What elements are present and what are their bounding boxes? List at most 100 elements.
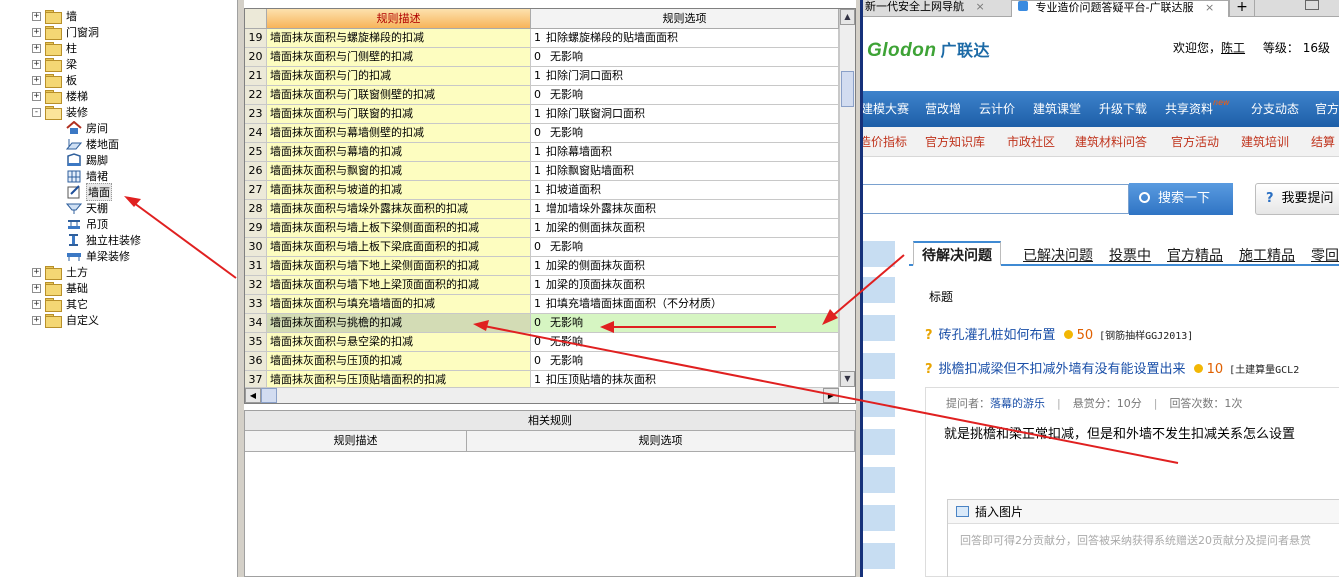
window-control-icon[interactable] <box>1299 0 1339 17</box>
insert-image-button[interactable]: 插入图片 <box>975 505 1023 519</box>
question-category[interactable]: [钢筋抽样GGJ2013] <box>1099 331 1193 342</box>
collapse-icon[interactable]: - <box>32 107 41 117</box>
rule-option-cell[interactable]: 1 扣除门洞口面积 <box>531 67 839 86</box>
tree-node-beam-decoration[interactable]: 单梁装修 <box>66 248 130 264</box>
tree-node-suspended-ceiling[interactable]: 吊顶 <box>66 216 108 232</box>
question-item[interactable]: ? 砖孔灌孔桩如何布置 50 [钢筋抽样GGJ2013] <box>925 324 1193 343</box>
vertical-scrollbar[interactable]: ▲ ▼ <box>839 9 855 387</box>
rule-option-header[interactable]: 规则选项 <box>531 9 839 29</box>
rule-description-cell[interactable]: 墙面抹灰面积与墙下地上梁侧面面积的扣减 <box>267 257 531 276</box>
scroll-left-icon[interactable]: ◀ <box>245 388 261 403</box>
rule-description-cell[interactable]: 墙面抹灰面积与墙下地上梁顶面面积的扣减 <box>267 276 531 295</box>
table-row[interactable]: 35 墙面抹灰面积与悬空梁的扣减 0 无影响 <box>245 333 839 352</box>
nav-item[interactable]: 建模大赛 <box>863 91 909 127</box>
glodon-logo[interactable]: Glodon 广联达 <box>867 37 990 62</box>
tree-node-wall-surface[interactable]: 墙面 <box>66 183 112 201</box>
rule-description-cell[interactable]: 墙面抹灰面积与门侧壁的扣减 <box>267 48 531 67</box>
related-description-header[interactable]: 规则描述 <box>245 431 467 452</box>
answer-placeholder[interactable]: 回答即可得2分贡献分，回答被采纳获得系统赠送20贡献分及提问者悬赏 <box>948 524 1339 556</box>
rule-description-cell[interactable]: 墙面抹灰面积与填充墙墙面的扣减 <box>267 295 531 314</box>
rule-description-cell[interactable]: 墙面抹灰面积与幕墙的扣减 <box>267 143 531 162</box>
table-row[interactable]: 32 墙面抹灰面积与墙下地上梁顶面面积的扣减 1 加梁的顶面抹灰面积 <box>245 276 839 295</box>
tree-node-skirting[interactable]: 踢脚 <box>66 152 108 168</box>
expand-icon[interactable]: + <box>32 75 41 85</box>
tree-node-slab[interactable]: + 板 <box>32 72 77 88</box>
subnav-item[interactable]: 市政社区 <box>1007 127 1055 157</box>
expand-icon[interactable]: + <box>32 267 41 277</box>
close-icon[interactable]: × <box>1205 1 1214 14</box>
rule-option-cell[interactable]: 1 扣除飘窗贴墙面积 <box>531 162 839 181</box>
table-row[interactable]: 36 墙面抹灰面积与压顶的扣减 0 无影响 <box>245 352 839 371</box>
sidebar-block[interactable] <box>863 429 895 455</box>
rule-description-cell[interactable]: 墙面抹灰面积与门联窗的扣减 <box>267 105 531 124</box>
subnav-item[interactable]: 建筑培训 <box>1241 127 1289 157</box>
rule-description-cell[interactable]: 墙面抹灰面积与门的扣减 <box>267 67 531 86</box>
ask-question-button[interactable]: ? 我要提问 <box>1255 183 1339 215</box>
expand-icon[interactable]: + <box>32 43 41 53</box>
nav-item[interactable]: 官方 <box>1315 91 1339 127</box>
nav-item[interactable]: 升级下载 <box>1099 91 1147 127</box>
expand-icon[interactable]: + <box>32 299 41 309</box>
nav-item[interactable]: 云计价 <box>979 91 1015 127</box>
expand-icon[interactable]: + <box>32 59 41 69</box>
tab-construction[interactable]: 施工精品 <box>1239 245 1295 265</box>
subnav-item[interactable]: 官方活动 <box>1171 127 1219 157</box>
sidebar-block[interactable] <box>863 277 895 303</box>
expand-icon[interactable]: + <box>32 11 41 21</box>
scroll-right-icon[interactable]: ▶ <box>823 388 839 403</box>
rule-description-cell[interactable]: 墙面抹灰面积与墙上板下梁底面面积的扣减 <box>267 238 531 257</box>
subnav-item[interactable]: 官方知识库 <box>925 127 985 157</box>
rule-option-cell[interactable]: 1 扣除幕墙面积 <box>531 143 839 162</box>
table-row[interactable]: 22 墙面抹灰面积与门联窗侧壁的扣减 0 无影响 <box>245 86 839 105</box>
question-title[interactable]: 挑檐扣减梁但不扣减外墙有没有能设置出来 <box>939 362 1186 377</box>
tree-node-wall[interactable]: + 墙 <box>32 8 77 24</box>
expand-icon[interactable]: + <box>32 283 41 293</box>
sidebar-block[interactable] <box>863 391 895 417</box>
rule-option-cell[interactable]: 0 无影响 <box>531 352 839 371</box>
table-row[interactable]: 30 墙面抹灰面积与墙上板下梁底面面积的扣减 0 无影响 <box>245 238 839 257</box>
rule-description-cell[interactable]: 墙面抹灰面积与墙垛外露抹灰面积的扣减 <box>267 200 531 219</box>
tree-node-foundation[interactable]: + 基础 <box>32 280 88 296</box>
tab-zero-reply[interactable]: 零回 <box>1311 245 1339 265</box>
rule-option-cell[interactable]: 1 扣填充墙墙面抹面面积（不分材质） <box>531 295 839 314</box>
table-row[interactable]: 21 墙面抹灰面积与门的扣减 1 扣除门洞口面积 <box>245 67 839 86</box>
nav-item[interactable]: 建筑课堂 <box>1033 91 1081 127</box>
rule-option-cell[interactable]: 0 无影响 <box>531 48 839 67</box>
rule-description-cell[interactable]: 墙面抹灰面积与墙上板下梁侧面面积的扣减 <box>267 219 531 238</box>
search-input[interactable] <box>863 184 1129 214</box>
rule-description-header[interactable]: 规则描述 <box>267 9 531 29</box>
rule-description-cell[interactable]: 墙面抹灰面积与门联窗侧壁的扣减 <box>267 86 531 105</box>
question-item[interactable]: ? 挑檐扣减梁但不扣减外墙有没有能设置出来 10 [土建算量GCL2 <box>925 358 1299 377</box>
expand-icon[interactable]: + <box>32 27 41 37</box>
table-row[interactable]: 28 墙面抹灰面积与墙垛外露抹灰面积的扣减 1 增加墙垛外露抹灰面积 <box>245 200 839 219</box>
table-row-selected[interactable]: 34 墙面抹灰面积与挑檐的扣减 0 无影响 <box>245 314 839 333</box>
table-row[interactable]: 29 墙面抹灰面积与墙上板下梁侧面面积的扣减 1 加梁的侧面抹灰面积 <box>245 219 839 238</box>
browser-tab[interactable]: 新一代安全上网导航 × <box>863 0 1005 17</box>
rule-option-cell[interactable]: 0 无影响 <box>531 333 839 352</box>
question-title[interactable]: 砖孔灌孔桩如何布置 <box>939 328 1056 343</box>
rule-description-cell[interactable]: 墙面抹灰面积与悬空梁的扣减 <box>267 333 531 352</box>
tree-node-door-window[interactable]: + 门窗洞 <box>32 24 99 40</box>
nav-item[interactable]: 营改增 <box>925 91 961 127</box>
rule-description-cell[interactable]: 墙面抹灰面积与压顶的扣减 <box>267 352 531 371</box>
sidebar-block[interactable] <box>863 543 895 569</box>
asker-name[interactable]: 落幕的游乐 <box>990 397 1045 410</box>
tree-node-column[interactable]: + 柱 <box>32 40 77 56</box>
expand-icon[interactable]: + <box>32 91 41 101</box>
related-option-header[interactable]: 规则选项 <box>467 431 855 452</box>
tree-node-column-decoration[interactable]: 独立柱装修 <box>66 232 141 248</box>
rule-description-cell[interactable]: 墙面抹灰面积与坡道的扣减 <box>267 181 531 200</box>
rule-option-cell[interactable]: 1 扣坡道面积 <box>531 181 839 200</box>
table-row[interactable]: 27 墙面抹灰面积与坡道的扣减 1 扣坡道面积 <box>245 181 839 200</box>
nav-item-shared[interactable]: 共享资料new <box>1165 91 1230 127</box>
tree-node-beam[interactable]: + 梁 <box>32 56 77 72</box>
tree-node-dado[interactable]: 墙裙 <box>66 168 108 184</box>
browser-tab-active[interactable]: 专业造价问题答疑平台-广联达服 × <box>1011 0 1229 17</box>
tree-node-floor[interactable]: 楼地面 <box>66 136 119 152</box>
search-button[interactable]: 搜索一下 <box>1129 183 1233 215</box>
rule-option-cell[interactable]: 0 无影响 <box>531 238 839 257</box>
tab-unsolved[interactable]: 待解决问题 <box>913 241 1001 266</box>
rule-option-cell[interactable]: 0 无影响 <box>531 314 839 333</box>
image-icon[interactable] <box>956 506 969 517</box>
close-icon[interactable]: × <box>976 0 985 13</box>
